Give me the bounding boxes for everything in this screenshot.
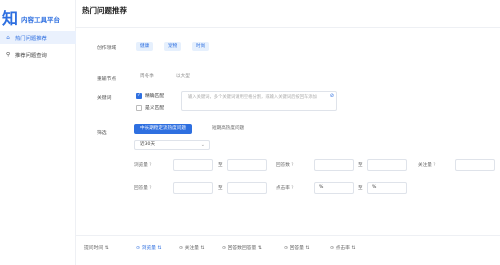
help-icon: ? [291,162,294,167]
answer-count-max-input[interactable] [227,182,267,194]
answers-range-label: 回答数 ? [276,162,294,168]
help-icon[interactable]: ⊘ [330,93,334,99]
segment-short-term[interactable]: 短期高热度问题 [206,124,250,134]
sidebar: 知 内容工具平台 ⌂ 热门问题推荐 ⚲ 推荐问题查询 [0,0,76,265]
info-icon: ⊙ [330,246,335,251]
season-label: 重输节点 [97,77,117,82]
time-range-value: 近30天 [140,142,156,147]
brand-name: 内容工具平台 [21,16,61,24]
keyword-placeholder: 输入关键词，多个关键词请用空格分割，或输入关键词后按回车添加 [188,95,317,100]
brand-logo: 知 [2,9,19,28]
exact-match-label: 精确匹配 [145,94,165,99]
info-icon: ⊙ [284,246,289,251]
sidebar-item-label: 推荐问题查询 [15,52,47,59]
range-separator: 至 [358,163,363,168]
range-separator: 至 [218,163,223,168]
check-icon: ✓ [136,92,142,99]
domain-tag-pets[interactable]: 宠物 [164,42,182,51]
page-title: 热门问题推荐 [82,6,127,15]
follows-min-input[interactable] [455,159,495,171]
range-separator: 至 [218,186,223,191]
answer-count-range-label: 回答量 ? [134,185,152,191]
sort-bar: 提问时间 ⇅ ⊙ 浏览量 ⇅ ⊙ 关注量 ⇅ ⊙ 回答数回答量 ⇅ ⊙ 回答量 … [76,235,500,257]
sidebar-item-question-search[interactable]: ⚲ 推荐问题查询 [0,48,76,61]
filter-label: 筛选 [97,131,107,136]
info-icon: ⊙ [136,246,141,251]
info-icon: ⊙ [179,246,184,251]
help-icon: ? [149,185,152,190]
search-icon: ⚲ [5,51,11,58]
help-icon: ? [149,162,152,167]
views-max-input[interactable] [227,159,267,171]
percent-prefix: % [319,185,324,190]
sidebar-item-hot-questions[interactable]: ⌂ 热门问题推荐 [0,31,76,44]
chevron-down-icon: ⌄ [200,142,205,148]
percent-prefix: % [372,185,377,190]
exact-match-checkbox[interactable]: ✓ 精确匹配 [136,92,164,99]
time-range-select[interactable]: 近30天 ⌄ [134,140,210,150]
segment-long-term[interactable]: 中长期稳定流热度问题 [134,124,192,134]
season-option-winter[interactable]: 周冬季 [136,72,158,81]
sort-views[interactable]: ⊙ 浏览量 ⇅ [136,244,162,251]
help-icon: ? [291,185,294,190]
ctr-max-input[interactable]: % [367,182,407,194]
header: 热门问题推荐 [76,0,500,28]
help-icon: ? [433,162,436,167]
sidebar-item-label: 热门问题推荐 [15,35,47,42]
sort-answer-count[interactable]: ⊙ 回答数回答量 ⇅ [222,244,262,251]
keyword-label: 关键词 [97,96,112,101]
ctr-min-input[interactable]: % [314,182,354,194]
ctr-range-label: 点击率 ? [276,185,294,191]
brand: 知 内容工具平台 [0,10,60,28]
domain-tag-fashion[interactable]: 时尚 [192,42,210,51]
sort-ctr[interactable]: ⊙ 点击率 ⇅ [330,244,356,251]
checkbox-icon [136,104,142,111]
keyword-input[interactable]: 输入关键词，多个关键词请用空格分割，或输入关键词后按回车添加 ⊘ [181,91,337,111]
domain-tag-health[interactable]: 健康 [136,42,154,51]
answers-max-input[interactable] [367,159,407,171]
sort-follows[interactable]: ⊙ 关注量 ⇅ [179,244,205,251]
answer-count-min-input[interactable] [173,182,213,194]
domain-label: 创作领域 [97,46,117,51]
sort-question-time[interactable]: 提问时间 ⇅ [84,244,109,251]
answers-min-input[interactable] [314,159,354,171]
home-icon: ⌂ [6,34,10,41]
semantic-match-checkbox[interactable]: 是义匹配 [136,104,164,111]
season-option-large[interactable]: 以大型 [172,72,194,81]
follows-range-label: 关注量 ? [418,162,436,168]
semantic-match-label: 是义匹配 [145,106,165,111]
sort-answers[interactable]: ⊙ 回答量 ⇅ [284,244,310,251]
range-separator: 至 [358,186,363,191]
sort-icon: ⇅ [104,246,109,251]
views-range-label: 浏览量 ? [134,162,152,168]
info-icon: ⊙ [222,246,227,251]
views-min-input[interactable] [173,159,213,171]
